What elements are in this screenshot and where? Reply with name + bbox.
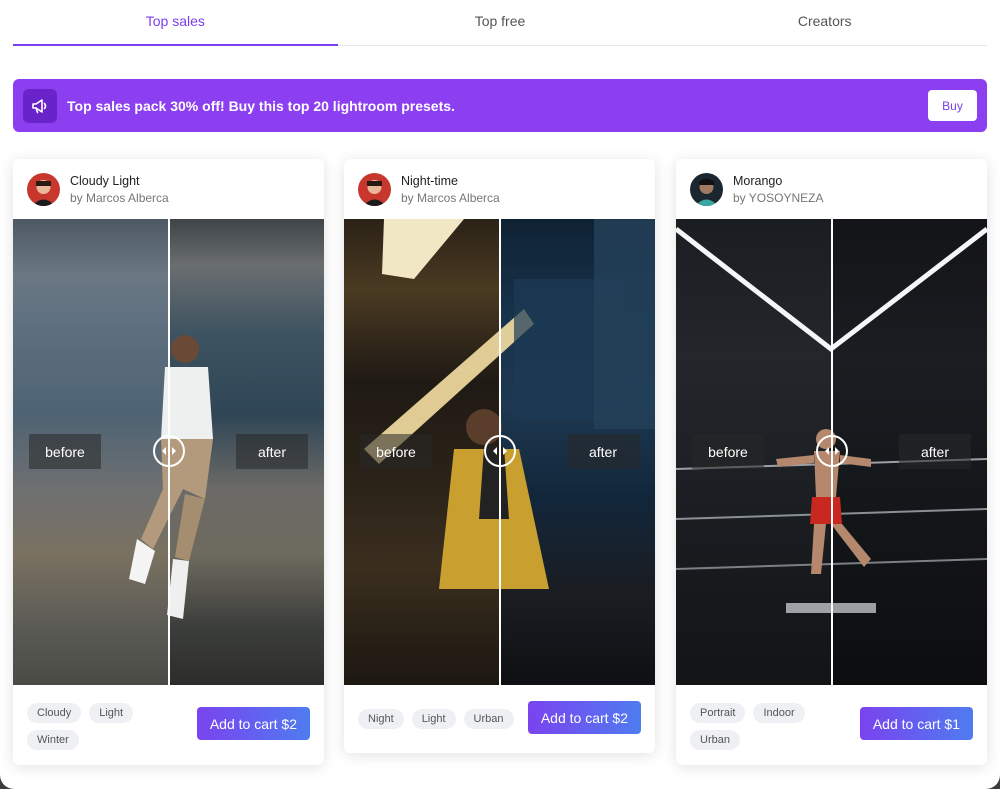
- after-label: after: [899, 434, 971, 469]
- preset-card-cloudy-light: Cloudy Light by Marcos Alberca before af…: [13, 159, 324, 765]
- before-label: before: [692, 434, 764, 469]
- tag-chip[interactable]: Light: [411, 709, 456, 729]
- preset-author[interactable]: by YOSOYNEZA: [733, 191, 823, 205]
- preset-title[interactable]: Night-time: [401, 174, 500, 188]
- megaphone-icon: [23, 88, 57, 123]
- avatar[interactable]: [27, 172, 60, 206]
- tag-chip[interactable]: Indoor: [753, 703, 805, 723]
- card-header: Cloudy Light by Marcos Alberca: [13, 159, 324, 219]
- buy-button[interactable]: Buy: [928, 90, 977, 121]
- tab-top-free[interactable]: Top free: [338, 0, 663, 45]
- preset-author[interactable]: by Marcos Alberca: [401, 191, 500, 205]
- app-window: Top sales Top free Creators Top sales pa…: [0, 0, 1000, 789]
- avatar[interactable]: [690, 172, 723, 206]
- tab-top-sales[interactable]: Top sales: [13, 0, 338, 46]
- add-to-cart-button[interactable]: Add to cart $1: [859, 707, 973, 740]
- banner-text: Top sales pack 30% off! Buy this top 20 …: [67, 97, 455, 114]
- preset-card-morango: Morango by YOSOYNEZA before after Portra…: [676, 159, 987, 765]
- card-header: Night-time by Marcos Alberca: [344, 159, 655, 219]
- slider-handle-icon[interactable]: [816, 435, 848, 467]
- before-label: before: [29, 434, 101, 469]
- tag-list: Portrait Indoor Urban: [690, 703, 850, 750]
- card-header: Morango by YOSOYNEZA: [676, 159, 987, 219]
- card-footer: Cloudy Light Winter Add to cart $2: [13, 685, 324, 750]
- tag-chip[interactable]: Winter: [27, 730, 79, 750]
- tag-chip[interactable]: Urban: [690, 730, 740, 750]
- preset-author[interactable]: by Marcos Alberca: [70, 191, 169, 205]
- tag-chip[interactable]: Urban: [463, 709, 514, 729]
- promo-banner: Top sales pack 30% off! Buy this top 20 …: [13, 79, 987, 132]
- tag-chip[interactable]: Portrait: [690, 703, 746, 723]
- tag-chip[interactable]: Night: [358, 709, 404, 729]
- add-to-cart-button[interactable]: Add to cart $2: [527, 701, 641, 734]
- preset-title[interactable]: Morango: [733, 174, 823, 188]
- after-label: after: [567, 434, 639, 469]
- preset-title[interactable]: Cloudy Light: [70, 174, 169, 188]
- tab-creators[interactable]: Creators: [662, 0, 987, 45]
- before-label: before: [360, 434, 432, 469]
- card-footer: Night Light Urban Add to cart $2: [344, 685, 655, 734]
- card-footer: Portrait Indoor Urban Add to cart $1: [676, 685, 987, 750]
- preset-card-night-time: Night-time by Marcos Alberca before afte…: [344, 159, 655, 753]
- add-to-cart-button[interactable]: Add to cart $2: [196, 707, 310, 740]
- before-after-slider[interactable]: before after: [13, 219, 324, 685]
- slider-handle-icon[interactable]: [153, 435, 185, 467]
- subject-figure: [129, 335, 213, 619]
- tag-chip[interactable]: Light: [89, 703, 134, 723]
- tag-list: Night Light Urban: [358, 709, 528, 729]
- slider-handle-icon[interactable]: [484, 435, 516, 467]
- before-after-slider[interactable]: before after: [344, 219, 655, 685]
- tag-chip[interactable]: Cloudy: [27, 703, 82, 723]
- before-after-slider[interactable]: before after: [676, 219, 987, 685]
- avatar[interactable]: [358, 172, 391, 206]
- tag-list: Cloudy Light Winter: [27, 703, 187, 750]
- after-label: after: [236, 434, 308, 469]
- tab-bar: Top sales Top free Creators: [13, 0, 987, 46]
